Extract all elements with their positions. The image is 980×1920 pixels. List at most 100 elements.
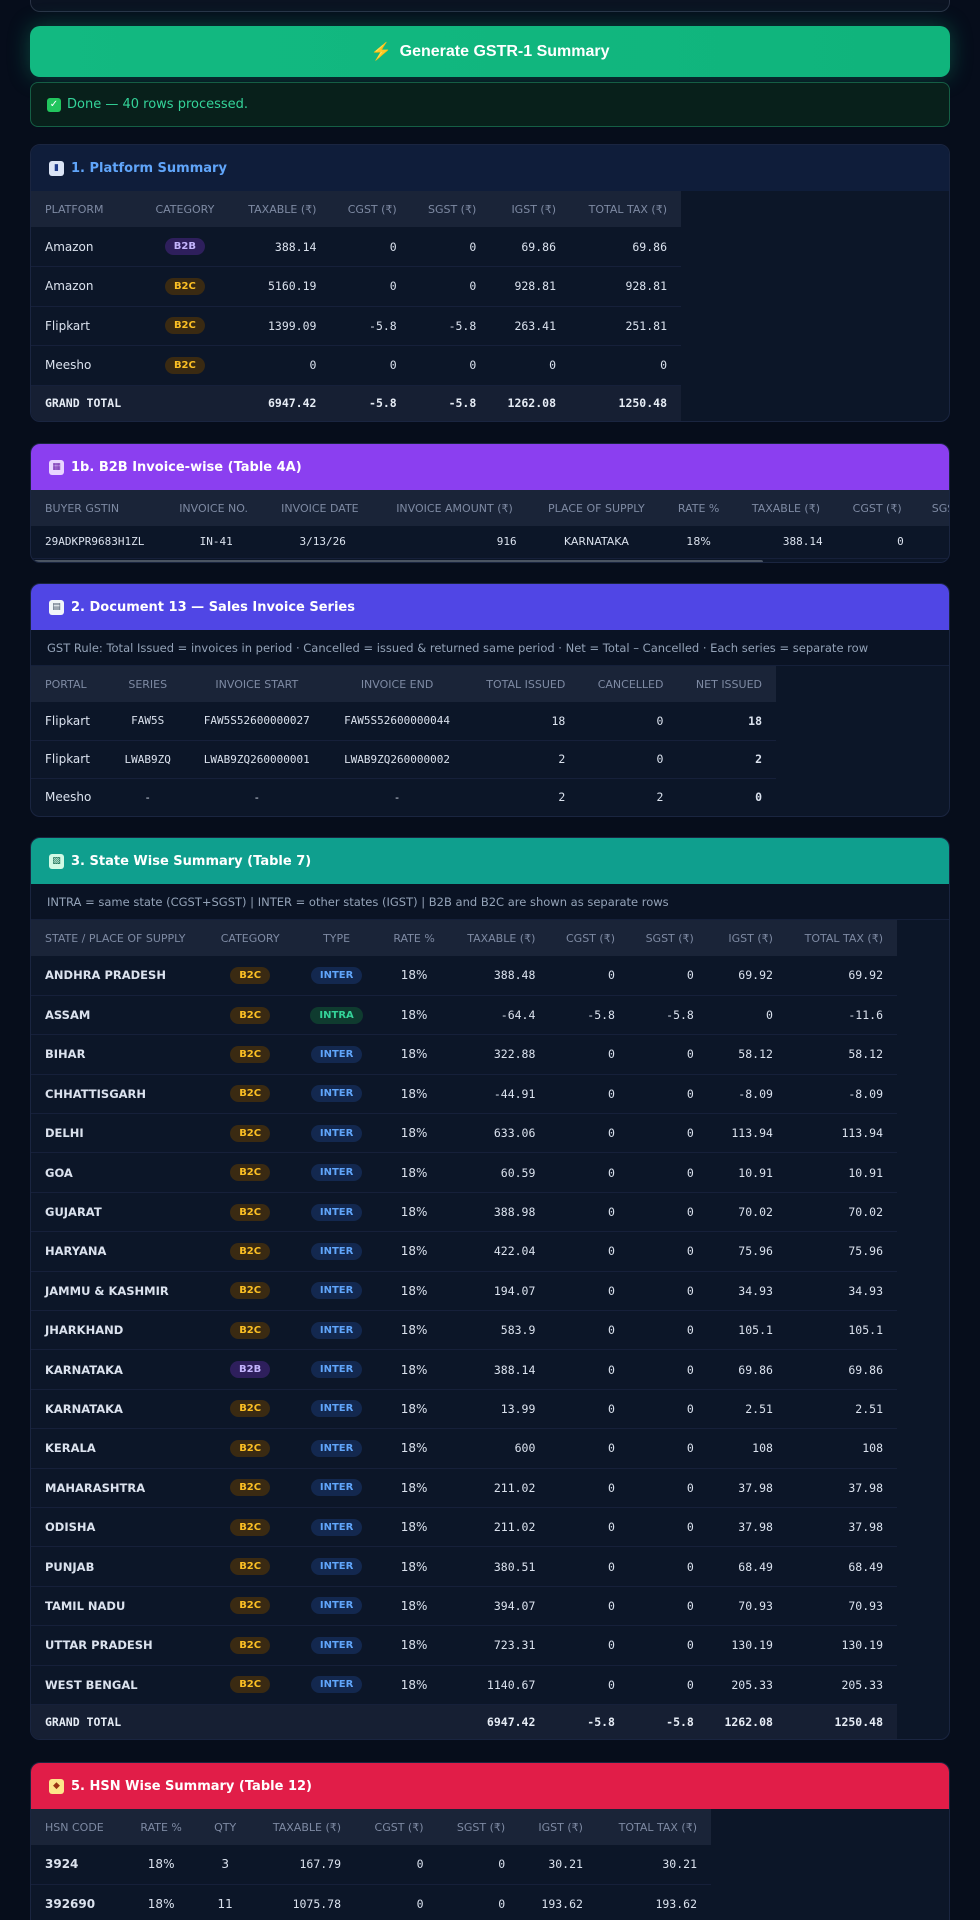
table-row: JAMMU & KASHMIR B2C INTER 18% 194.07 0 0 34.93 3… <box>31 1271 897 1312</box>
column-header: TAXABLE (₹) <box>252 1809 356 1845</box>
generate-summary-button[interactable]: ⚡ Generate GSTR-1 Summary <box>30 26 950 77</box>
rate-cell: 18% <box>378 1428 450 1469</box>
taxable-total-cell: 6947.42 <box>449 1704 550 1739</box>
category-badge: B2C <box>230 1282 271 1300</box>
rate-cell: 18% <box>123 1845 199 1885</box>
category-cell: B2C <box>205 1586 296 1627</box>
sgst-cell: 0 <box>628 1349 708 1390</box>
total-cell: 69.92 <box>786 956 897 996</box>
category-cell: B2C <box>139 345 231 386</box>
sgst-total-cell: -5.8 <box>410 385 491 421</box>
total-cell: 75.96 <box>786 1231 897 1272</box>
type-cell: INTER <box>295 1468 379 1508</box>
type-cell: INTER <box>295 1507 379 1548</box>
category-cell: B2B <box>139 227 231 267</box>
type-badge: INTER <box>310 1439 363 1457</box>
portal-cell: Flipkart <box>31 702 109 741</box>
document-series-card: ▤ 2. Document 13 — Sales Invoice Series … <box>30 583 950 817</box>
sgst-cell: 0 <box>628 956 708 996</box>
bar-chart-icon: ▮ <box>49 160 64 176</box>
cgst-cell: -5.8 <box>330 306 411 346</box>
platform-cell: Amazon <box>31 266 140 307</box>
generate-button-label: Generate GSTR-1 Summary <box>399 42 610 60</box>
category-badge: B2C <box>230 1400 271 1418</box>
rate-cell: 18% <box>378 1271 450 1312</box>
state-cell: MAHARASHTRA <box>31 1468 206 1508</box>
net-issued-cell: 0 <box>677 778 776 816</box>
category-badge: B2C <box>164 356 205 374</box>
document-icon: ▤ <box>49 599 64 615</box>
category-cell: B2C <box>205 1625 296 1666</box>
series-cell: FAW5S <box>108 702 187 741</box>
total-cell: 37.98 <box>786 1507 897 1548</box>
intra-inter-note: INTRA = same state (CGST+SGST) | INTER =… <box>31 884 949 920</box>
taxable-cell: 0 <box>230 345 331 386</box>
grand-total-label: GRAND TOTAL <box>31 385 140 421</box>
cancelled-cell: 0 <box>579 702 678 741</box>
category-cell: B2C <box>205 956 296 996</box>
sgst-cell: 0 <box>628 1113 708 1154</box>
b2b-invoice-card: ▦ 1b. B2B Invoice-wise (Table 4A) BUYER … <box>30 443 950 563</box>
rate-cell: 18% <box>378 1034 450 1075</box>
sgst-cell: 0 <box>628 1586 708 1627</box>
column-header: CGST (₹) <box>549 920 629 956</box>
category-badge: B2C <box>230 1164 271 1182</box>
type-cell: INTER <box>295 1349 379 1390</box>
platform-cell: Flipkart <box>31 306 140 346</box>
type-cell: INTER <box>295 956 379 996</box>
table-row: ODISHA B2C INTER 18% 211.02 0 0 37.98 37.98 <box>31 1507 897 1548</box>
column-header: RATE % <box>662 490 736 526</box>
igst-cell: 69.86 <box>490 227 570 267</box>
empty-cell <box>205 1704 296 1739</box>
total-cell: 70.02 <box>786 1192 897 1233</box>
state-cell: WEST BENGAL <box>31 1665 206 1705</box>
sgst-cell: 0 <box>437 1845 520 1885</box>
state-cell: GUJARAT <box>31 1192 206 1233</box>
platform-cell: Meesho <box>31 345 140 386</box>
cgst-cell: 0 <box>549 1192 629 1233</box>
cgst-cell: 0 <box>549 1152 629 1193</box>
scrollbar-thumb[interactable] <box>33 559 763 562</box>
column-header: INVOICE NO. <box>165 490 268 526</box>
platform-summary-title: 1. Platform Summary <box>71 160 227 176</box>
column-header: TAXABLE (₹) <box>449 920 550 956</box>
rate-cell: 18% <box>378 1665 450 1705</box>
horizontal-scrollbar[interactable] <box>31 558 949 562</box>
igst-cell: 193.62 <box>519 1884 597 1920</box>
total-cell: 37.98 <box>786 1468 897 1508</box>
column-header: SGST (₹) <box>628 920 708 956</box>
table-row: Meesho B2C 0 0 0 0 0 <box>31 345 681 386</box>
taxable-cell: 388.14 <box>735 526 837 559</box>
igst-total-cell: 1262.08 <box>707 1704 787 1739</box>
taxable-cell: 13.99 <box>449 1389 550 1430</box>
table-row: UTTAR PRADESH B2C INTER 18% 723.31 0 0 130.19 13… <box>31 1625 897 1666</box>
table-row: Flipkart LWAB9ZQ LWAB9ZQ260000001 LWAB9ZQ26… <box>31 740 776 779</box>
type-cell: INTER <box>295 1428 379 1469</box>
invoice-end-cell: LWAB9ZQ260000002 <box>326 740 468 779</box>
type-badge: INTER <box>310 1676 363 1694</box>
b2b-invoice-table: BUYER GSTIN INVOICE NO. INVOICE DATE INVOIC… <box>31 490 949 559</box>
table-row: PUNJAB B2C INTER 18% 380.51 0 0 68.49 68.49 <box>31 1546 897 1587</box>
cgst-cell: 0 <box>330 266 411 307</box>
category-badge: B2C <box>230 1636 271 1654</box>
invoice-no-cell: IN-41 <box>165 526 268 559</box>
hsn-code-cell: 3924 <box>31 1845 124 1885</box>
table-row: Flipkart B2C 1399.09 -5.8 -5.8 263.41 251.81 <box>31 306 681 346</box>
category-badge: B2B <box>230 1361 271 1379</box>
invoice-end-cell: - <box>326 778 468 816</box>
state-cell: BIHAR <box>31 1034 206 1075</box>
table-header-row: PLATFORM CATEGORY TAXABLE (₹) CGST (₹) SGST … <box>31 191 681 227</box>
rate-cell: 18% <box>662 526 736 559</box>
table-row: GUJARAT B2C INTER 18% 388.98 0 0 70.02 70.02 <box>31 1192 897 1233</box>
total-cell: 10.91 <box>786 1152 897 1193</box>
category-badge: B2C <box>164 317 205 335</box>
total-cell: 108 <box>786 1428 897 1469</box>
cgst-cell: 0 <box>549 956 629 996</box>
state-summary-title: 3. State Wise Summary (Table 7) <box>71 853 312 869</box>
column-header: CATEGORY <box>139 191 231 227</box>
column-header: BUYER GSTIN <box>31 490 166 526</box>
rate-cell: 18% <box>378 1349 450 1390</box>
column-header: CGST (₹) <box>836 490 918 526</box>
table-row: CHHATTISGARH B2C INTER 18% -44.91 0 0 -8.09 -8.0… <box>31 1074 897 1115</box>
gstin-cell: 29ADKPR9683H1ZL <box>31 526 166 559</box>
